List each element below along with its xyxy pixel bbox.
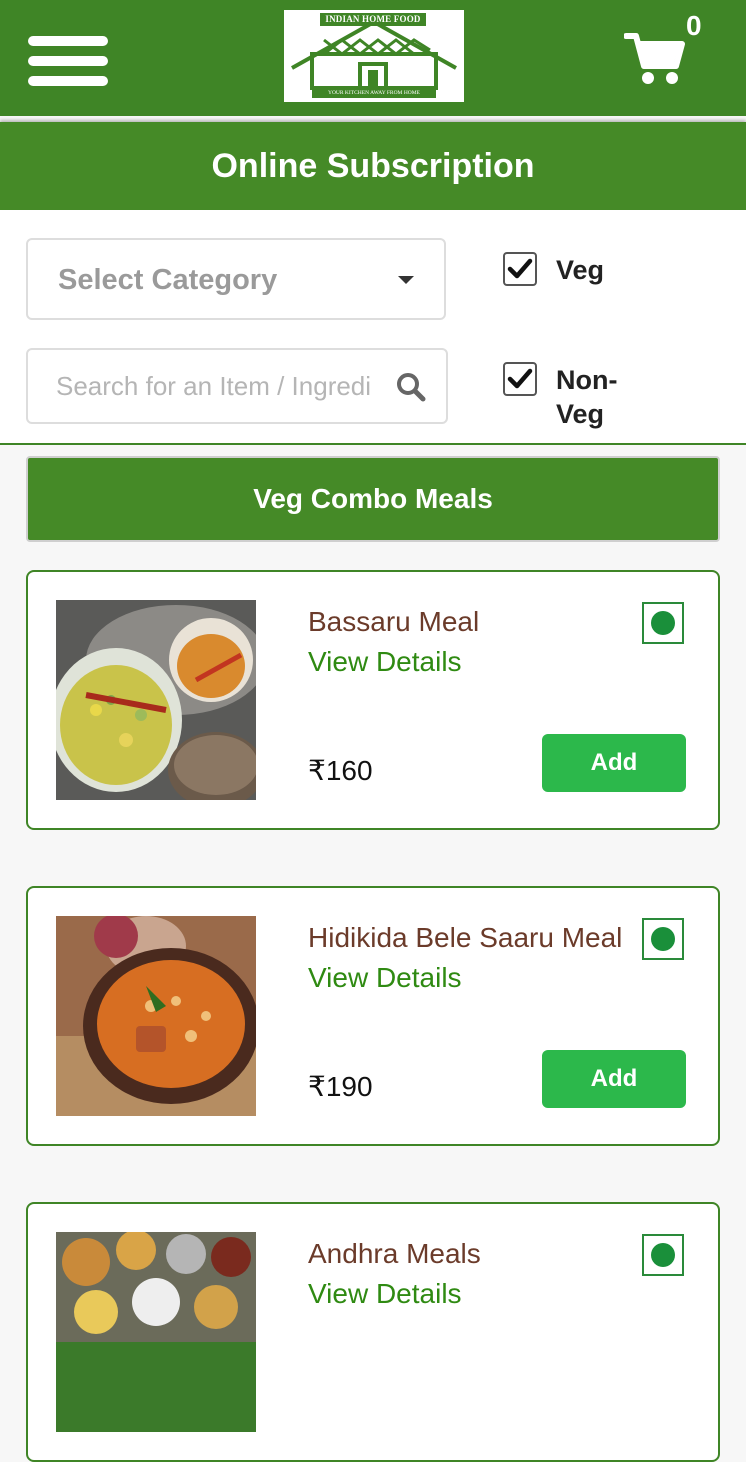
search-field: [26, 348, 448, 424]
top-bar: INDIAN HOME FOOD YOUR KITCHEN AWAY FROM …: [0, 0, 746, 116]
meal-image[interactable]: [56, 1232, 256, 1432]
veg-checkbox-label: Veg: [556, 255, 605, 285]
add-button[interactable]: Add: [542, 1050, 686, 1108]
veg-indicator-icon: [642, 602, 684, 644]
filter-panel: Select Category Veg Non-Veg: [0, 210, 746, 445]
nonveg-checkbox[interactable]: [503, 362, 537, 396]
add-button[interactable]: Add: [542, 734, 686, 792]
category-select-label: Select Category: [58, 264, 278, 296]
search-icon[interactable]: [396, 372, 426, 402]
veg-indicator-icon: [642, 1234, 684, 1276]
nonveg-checkbox-label: Non-Veg: [556, 365, 618, 429]
meal-image[interactable]: [56, 916, 256, 1116]
view-details-link[interactable]: View Details: [308, 1278, 462, 1310]
veg-checkbox[interactable]: [503, 252, 537, 286]
meal-card: Hidikida Bele Saaru Meal View Details ₹1…: [26, 886, 720, 1146]
cart-icon[interactable]: [623, 30, 686, 86]
meal-image[interactable]: [56, 600, 256, 800]
meal-card: Andhra Meals View Details: [26, 1202, 720, 1462]
meal-name: Bassaru Meal: [308, 606, 480, 637]
checkmark-icon: [507, 368, 533, 389]
meal-price: ₹190: [308, 1071, 373, 1102]
meal-card: Bassaru Meal View Details ₹160 Add: [26, 570, 720, 830]
meal-name: Hidikida Bele Saaru Meal: [308, 922, 623, 953]
search-input[interactable]: [56, 350, 372, 422]
menu-icon[interactable]: [28, 36, 108, 86]
checkmark-icon: [507, 258, 533, 279]
meal-price: ₹160: [308, 755, 373, 786]
page-title: Online Subscription: [0, 122, 746, 210]
logo-tagline: YOUR KITCHEN AWAY FROM HOME: [312, 89, 436, 98]
cart-count-badge: 0: [686, 10, 702, 41]
category-select[interactable]: Select Category: [26, 238, 446, 320]
chevron-down-icon: [398, 276, 414, 284]
view-details-link[interactable]: View Details: [308, 962, 462, 994]
view-details-link[interactable]: View Details: [308, 646, 462, 678]
veg-indicator-icon: [642, 918, 684, 960]
logo[interactable]: INDIAN HOME FOOD YOUR KITCHEN AWAY FROM …: [284, 10, 464, 102]
meal-name: Andhra Meals: [308, 1238, 481, 1269]
logo-brand-text: INDIAN HOME FOOD: [320, 13, 426, 26]
category-banner[interactable]: Veg Combo Meals: [26, 456, 720, 542]
